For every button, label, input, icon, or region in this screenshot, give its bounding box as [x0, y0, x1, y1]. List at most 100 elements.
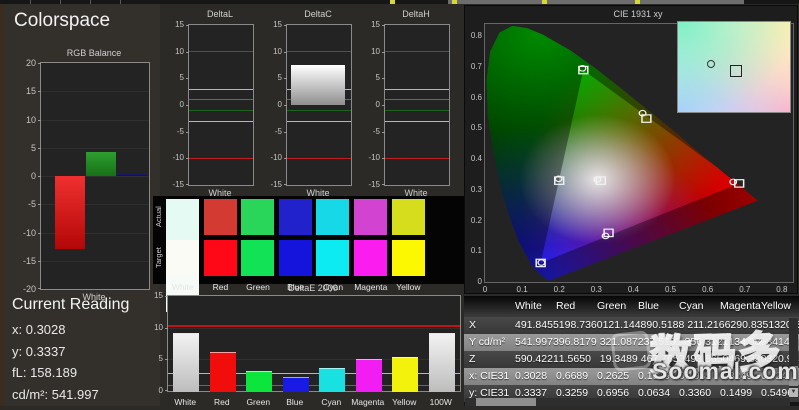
y-tick-mark: [186, 105, 189, 106]
table-cell: 356.3121: [684, 336, 729, 348]
y-tick-label: 15: [273, 20, 282, 29]
delta-h-chart: DeltaH 15 10 5 0 -5 -10 -15 White: [356, 4, 454, 200]
y-tick-label: -10: [270, 153, 282, 163]
swatch-row-label: Target: [154, 247, 163, 269]
y-tick-label: 10: [25, 114, 36, 125]
y-tick-mark: [38, 288, 41, 289]
horizontal-scrollbar-thumb[interactable]: [476, 398, 536, 406]
reference-line: [189, 51, 253, 53]
x-tick-label: 0: [482, 285, 488, 294]
table-header-cell: [464, 296, 515, 317]
y-tick-mark: [165, 390, 168, 391]
reference-line: [385, 120, 449, 122]
y-tick-label: -15: [270, 180, 282, 189]
color-swatch-cyan: [316, 240, 350, 276]
y-tick-label: 0: [158, 386, 163, 395]
y-tick-label: 0.1: [470, 246, 482, 256]
target-point-icon: [729, 65, 742, 78]
row-label-cell: X: [469, 319, 477, 331]
chart-title: RGB Balance: [66, 48, 122, 58]
y-tick-label: 15: [175, 20, 184, 29]
y-tick-label: -5: [274, 126, 282, 136]
reference-line: [385, 157, 449, 159]
current-reading-heading: Current Reading: [12, 296, 130, 313]
x-tick-label: 0.3: [590, 285, 602, 294]
reference-line: [385, 88, 449, 90]
y-tick-label: 0.5: [470, 123, 482, 133]
color-swatch-blue: [278, 199, 312, 235]
reference-line: [287, 157, 351, 159]
actual-swatch-row: [166, 199, 465, 271]
reference-line: [168, 325, 460, 328]
delta-c-chart: DeltaC 15 10 5 0 -5 -10 -15 White: [258, 4, 356, 200]
table-cell: 0.1519: [638, 370, 671, 382]
table-header-cell: Blue: [638, 300, 660, 312]
cie-1931-panel: CIE 1931 xy 0 0.1 0.2 0.3 0.4 0.5 0.6 0.7 0.8 0 0.…: [464, 5, 798, 294]
reading-cdm2: cd/m²: 541.997: [12, 386, 99, 402]
dock-handle-icon[interactable]: [635, 0, 640, 4]
bar: [291, 65, 346, 105]
delta-e-plot: 15 10 5 0: [154, 291, 461, 395]
y-tick-label: 5: [30, 142, 36, 153]
row-label-cell: Y cd/m²: [469, 336, 505, 348]
color-swatch-yellow: [391, 240, 425, 276]
color-swatch-grid: Actual Target White Red Green Blue Cyan Magen…: [153, 196, 465, 312]
reference-line: [189, 109, 253, 111]
delta-e-2000-chart: DeltaE 2000 15 10 5 0 White Red Green Blue Cyan…: [153, 283, 465, 407]
y-tick-label: 0.7: [470, 62, 482, 71]
table-cell: 0.6689: [556, 370, 589, 382]
chart-title: CIE 1931 xy: [613, 9, 663, 19]
table-header-cell: Cyan: [679, 300, 704, 312]
y-tick-label: 0: [179, 100, 184, 109]
y-tick-mark: [382, 25, 385, 26]
table-cell: 469.3303: [728, 353, 773, 365]
dock-bar: [448, 0, 744, 4]
bar: [392, 357, 419, 392]
color-swatch-yellow: [391, 199, 425, 235]
bar: [173, 332, 200, 392]
table-header-cell: Yellow: [761, 300, 791, 312]
bar: [355, 359, 382, 392]
y-tick-label: 0.4: [470, 154, 482, 164]
measured-point-icon: [707, 59, 716, 68]
table-header-cell: White: [515, 300, 542, 312]
reference-line: [189, 157, 253, 159]
table-cell: 121.1448: [602, 319, 647, 331]
reading-y: y: 0.3337: [12, 343, 66, 359]
color-swatch-white: [166, 199, 199, 235]
color-swatch-red: [203, 240, 237, 276]
gridline: [41, 260, 149, 262]
table-row: Z 590.4221 1.5650 19.3489 467.7653 493.8650 46…: [464, 351, 799, 368]
y-tick-label: -5: [372, 126, 380, 136]
x-tick-label: 0.4: [627, 285, 639, 294]
scroll-down-button[interactable]: ▼: [789, 388, 798, 397]
target-swatch-row: [166, 240, 465, 312]
color-swatch-green: [241, 199, 275, 235]
ruler-tick: [30, 0, 31, 4]
gridline: [41, 119, 149, 121]
x-tick-label: 0.8: [776, 285, 788, 294]
x-tick-label: 0.7: [739, 285, 751, 294]
y-tick-mark: [382, 184, 385, 185]
dock-handle-icon[interactable]: [542, 0, 547, 4]
reference-line: [189, 88, 253, 90]
y-tick-mark: [382, 78, 385, 80]
reference-line: [189, 99, 253, 101]
y-tick-mark: [186, 184, 189, 185]
y-tick-label: 0.6: [470, 92, 482, 102]
ruler-tick: [60, 0, 61, 4]
gridline: [41, 147, 149, 149]
y-tick-mark: [284, 184, 287, 185]
y-tick-label: 20: [25, 58, 36, 68]
y-tick-label: 0: [375, 100, 380, 109]
current-reading-block: Current Reading x: 0.3028 y: 0.3337 fL: …: [12, 296, 129, 408]
chart-title: DeltaE 2000: [288, 283, 338, 293]
vertical-scrollbar-thumb[interactable]: [789, 366, 798, 386]
y-tick-mark: [284, 131, 287, 133]
bar: [85, 152, 117, 176]
table-cell: 134.9898: [728, 336, 773, 348]
swatch-row-label: Actual: [154, 206, 163, 228]
color-swatch-red: [203, 199, 237, 235]
vertical-scrollbar[interactable]: [789, 318, 798, 398]
table-cell: 0.3028: [515, 370, 548, 382]
